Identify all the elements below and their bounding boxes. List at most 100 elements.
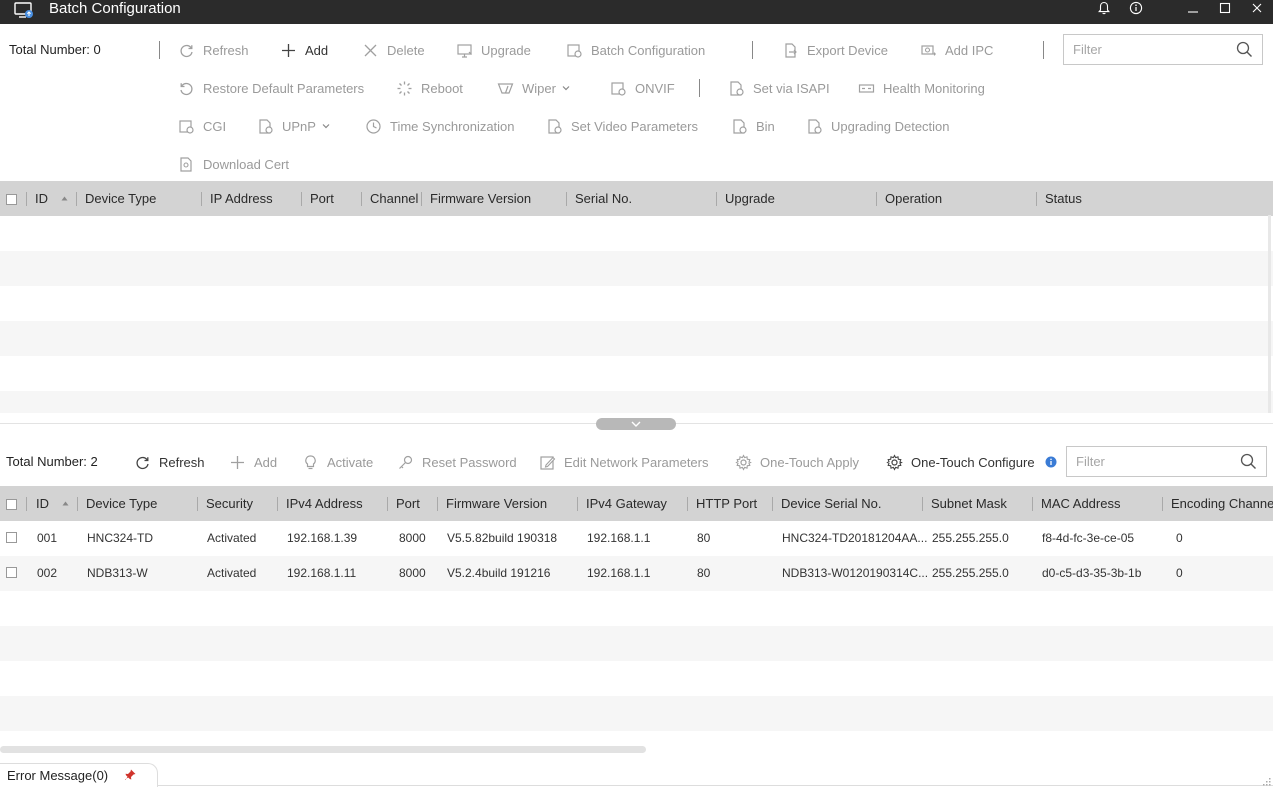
column-header-port[interactable]: Port bbox=[310, 181, 334, 216]
column-header-firmware[interactable]: Firmware Version bbox=[430, 181, 531, 216]
cell-security: Activated bbox=[207, 566, 257, 580]
table-row[interactable]: 002 NDB313-W Activated 192.168.1.11 8000… bbox=[0, 556, 1273, 591]
column-header-ipv4-address[interactable]: IPv4 Address bbox=[286, 486, 363, 521]
reset-password-button[interactable]: Reset Password bbox=[397, 452, 517, 472]
horizontal-scrollbar[interactable] bbox=[0, 746, 646, 753]
search-icon[interactable] bbox=[1240, 453, 1257, 470]
column-header-channel[interactable]: Channel bbox=[370, 181, 418, 216]
health-monitoring-button[interactable]: Health Monitoring bbox=[858, 78, 985, 98]
column-header-encoding-channel[interactable]: Encoding Channel bbox=[1171, 486, 1273, 521]
vertical-scrollbar[interactable] bbox=[1268, 215, 1271, 413]
delete-x-icon bbox=[362, 42, 379, 59]
column-header-firmware[interactable]: Firmware Version bbox=[446, 486, 547, 521]
toolbar-divider bbox=[699, 79, 700, 97]
upgrading-detection-button[interactable]: Upgrading Detection bbox=[806, 116, 950, 136]
bottom-add-button[interactable]: Add bbox=[229, 452, 277, 472]
empty-row bbox=[0, 356, 1273, 391]
restore-icon bbox=[178, 80, 195, 97]
column-header-id[interactable]: ID bbox=[36, 486, 49, 521]
column-header-ip-address[interactable]: IP Address bbox=[210, 181, 273, 216]
select-all-checkbox[interactable] bbox=[6, 499, 17, 510]
select-all-checkbox[interactable] bbox=[6, 194, 17, 205]
upgrade-button[interactable]: Upgrade bbox=[456, 40, 531, 60]
delete-button[interactable]: Delete bbox=[362, 40, 425, 60]
gear-icon bbox=[886, 453, 903, 471]
column-header-security[interactable]: Security bbox=[206, 486, 253, 521]
column-header-device-type[interactable]: Device Type bbox=[86, 486, 157, 521]
top-table-header: ID Device Type IP Address Port Channel F… bbox=[0, 181, 1273, 216]
batch-configuration-button[interactable]: Batch Configuration bbox=[566, 40, 705, 60]
maximize-icon[interactable] bbox=[1214, 0, 1236, 16]
empty-row bbox=[0, 391, 1273, 413]
column-header-mac-address[interactable]: MAC Address bbox=[1041, 486, 1120, 521]
column-header-ipv4-gateway[interactable]: IPv4 Gateway bbox=[586, 486, 667, 521]
column-header-device-type[interactable]: Device Type bbox=[85, 181, 156, 216]
add-ipc-label: Add IPC bbox=[945, 42, 994, 58]
time-sync-label: Time Synchronization bbox=[390, 118, 515, 134]
reboot-spinner-icon bbox=[396, 80, 413, 97]
onvif-label: ONVIF bbox=[635, 80, 675, 96]
restore-default-button[interactable]: Restore Default Parameters bbox=[178, 78, 364, 98]
notification-bell-icon[interactable] bbox=[1093, 0, 1115, 16]
app-monitor-icon bbox=[14, 2, 34, 20]
info-tooltip-icon[interactable] bbox=[1045, 456, 1057, 468]
table-row[interactable]: 001 HNC324-TD Activated 192.168.1.39 800… bbox=[0, 521, 1273, 556]
add-ipc-button[interactable]: Add IPC bbox=[920, 40, 993, 60]
wiper-label: Wiper bbox=[522, 80, 556, 96]
column-header-subnet-mask[interactable]: Subnet Mask bbox=[931, 486, 1007, 521]
sort-asc-icon[interactable] bbox=[62, 501, 69, 506]
cell-http-port: 80 bbox=[697, 566, 711, 580]
bottom-filter-field[interactable] bbox=[1066, 446, 1267, 477]
one-touch-apply-button[interactable]: One-Touch Apply bbox=[735, 452, 859, 472]
wiper-dropdown[interactable]: Wiper bbox=[497, 78, 570, 98]
reboot-button[interactable]: Reboot bbox=[396, 78, 463, 98]
resize-grip-icon[interactable] bbox=[1262, 777, 1271, 786]
column-header-http-port[interactable]: HTTP Port bbox=[696, 486, 757, 521]
column-header-device-serial[interactable]: Device Serial No. bbox=[781, 486, 881, 521]
top-filter-field[interactable] bbox=[1063, 34, 1263, 65]
column-header-serial[interactable]: Serial No. bbox=[575, 181, 632, 216]
set-video-params-button[interactable]: Set Video Parameters bbox=[546, 116, 698, 136]
bottom-filter-input[interactable] bbox=[1067, 447, 1266, 476]
column-header-upgrade[interactable]: Upgrade bbox=[725, 181, 775, 216]
detection-icon bbox=[806, 118, 823, 135]
one-touch-configure-button[interactable]: One-Touch Configure bbox=[886, 452, 1035, 472]
upnp-dropdown[interactable]: UPnP bbox=[257, 116, 330, 136]
empty-row bbox=[0, 591, 1273, 626]
edit-network-params-button[interactable]: Edit Network Parameters bbox=[539, 452, 709, 472]
info-icon[interactable] bbox=[1125, 0, 1147, 16]
row-checkbox[interactable] bbox=[6, 532, 17, 543]
cell-port: 8000 bbox=[399, 531, 426, 545]
chevron-down-icon bbox=[562, 86, 570, 91]
lightbulb-icon bbox=[302, 454, 319, 471]
column-header-status[interactable]: Status bbox=[1045, 181, 1082, 216]
column-header-port[interactable]: Port bbox=[396, 486, 420, 521]
cell-subnet-mask: 255.255.255.0 bbox=[932, 566, 1009, 580]
minimize-icon[interactable] bbox=[1182, 0, 1204, 16]
cgi-button[interactable]: CGI bbox=[178, 116, 226, 136]
sort-asc-icon[interactable] bbox=[61, 196, 68, 201]
bottom-refresh-button[interactable]: Refresh bbox=[134, 452, 205, 472]
panel-splitter-handle[interactable] bbox=[596, 418, 676, 430]
row-checkbox[interactable] bbox=[6, 567, 17, 578]
time-sync-button[interactable]: Time Synchronization bbox=[365, 116, 515, 136]
activate-button[interactable]: Activate bbox=[302, 452, 373, 472]
set-via-isapi-button[interactable]: Set via ISAPI bbox=[728, 78, 830, 98]
add-button[interactable]: Add bbox=[280, 40, 328, 60]
top-filter-input[interactable] bbox=[1064, 35, 1262, 64]
bin-button[interactable]: Bin bbox=[731, 116, 775, 136]
search-icon[interactable] bbox=[1236, 41, 1253, 58]
cgi-icon bbox=[178, 118, 195, 135]
cell-firmware: V5.2.4build 191216 bbox=[447, 566, 551, 580]
download-cert-button[interactable]: Download Cert bbox=[178, 154, 289, 174]
column-header-operation[interactable]: Operation bbox=[885, 181, 942, 216]
bottom-add-label: Add bbox=[254, 454, 278, 470]
onvif-button[interactable]: ONVIF bbox=[610, 78, 675, 98]
export-device-button[interactable]: Export Device bbox=[782, 40, 888, 60]
onvif-icon bbox=[610, 80, 627, 97]
error-message-tab[interactable]: Error Message(0) bbox=[0, 763, 158, 787]
close-icon[interactable] bbox=[1246, 0, 1268, 16]
column-header-id[interactable]: ID bbox=[35, 181, 48, 216]
refresh-button[interactable]: Refresh bbox=[178, 40, 249, 60]
pin-icon[interactable] bbox=[123, 768, 137, 782]
